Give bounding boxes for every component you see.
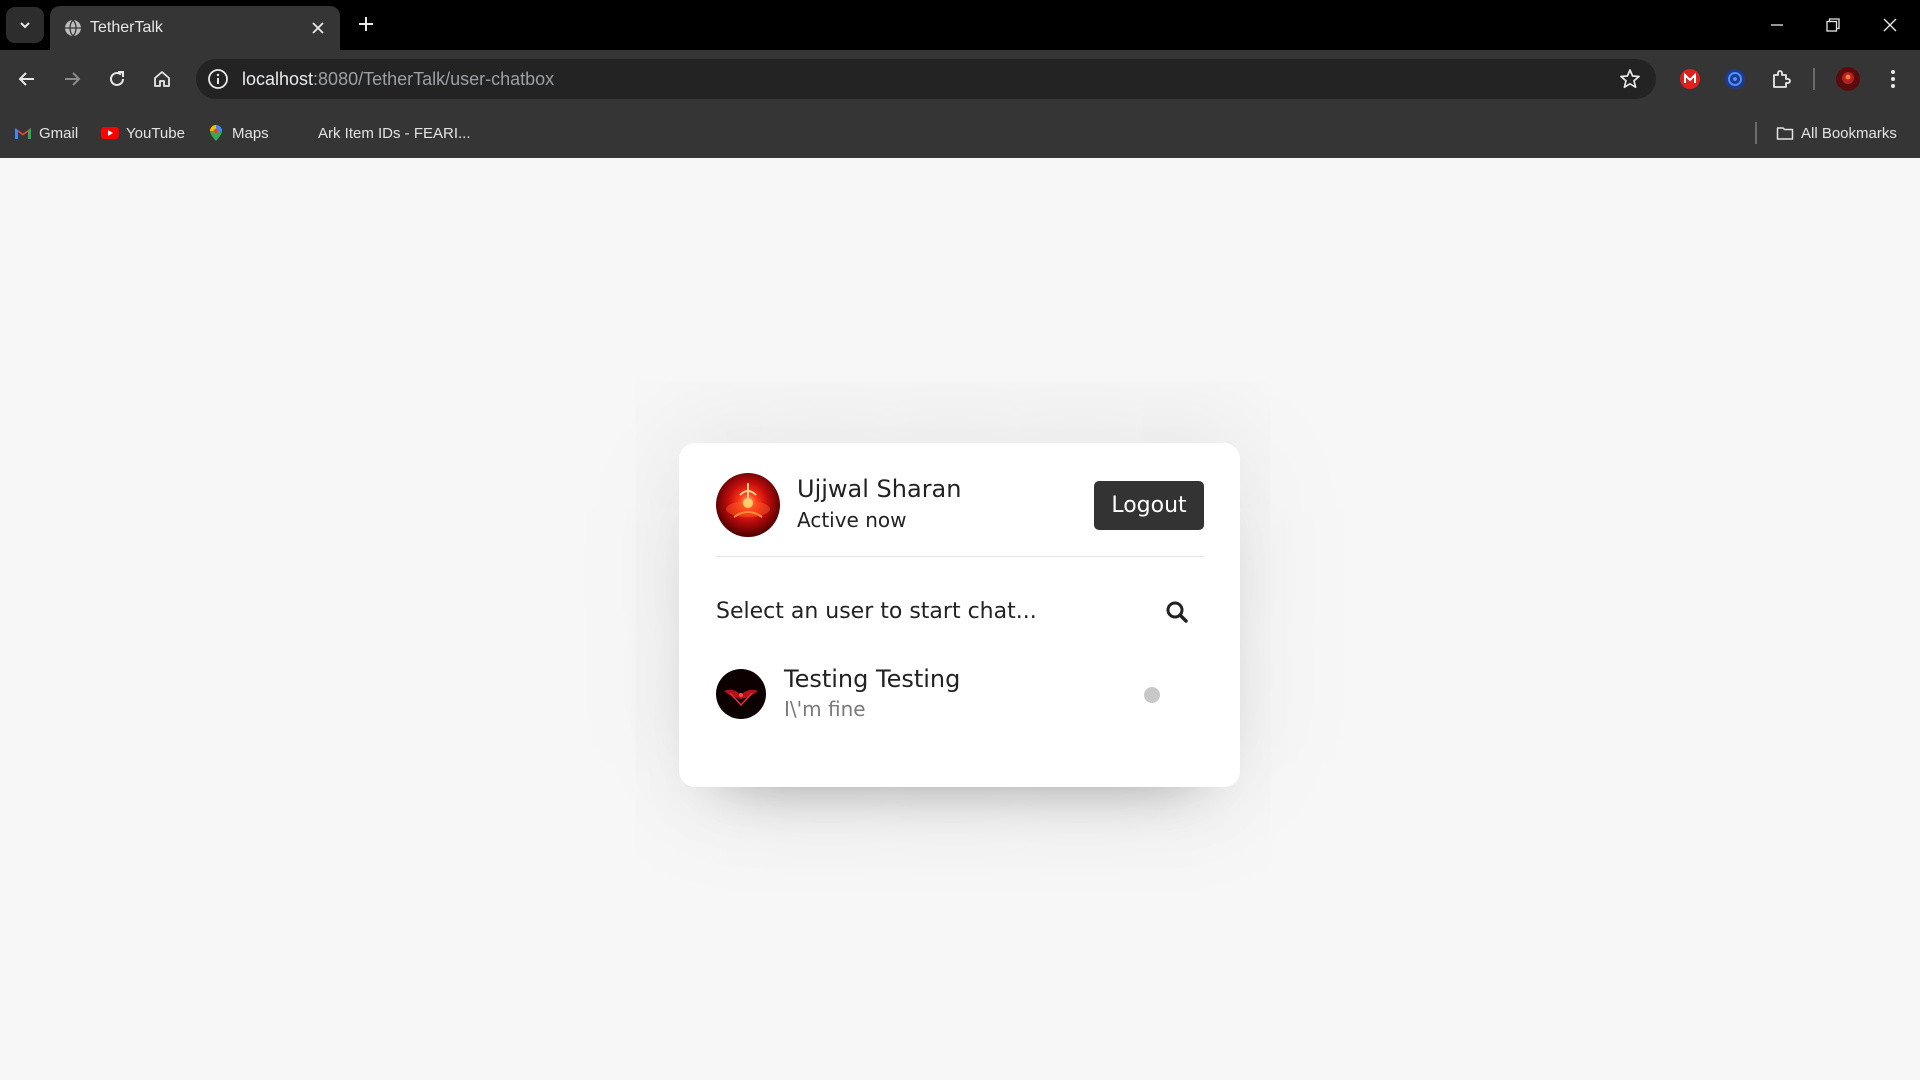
- info-icon[interactable]: [206, 67, 230, 91]
- chat-users-card: Ujjwal Sharan Active now Logout Select a…: [679, 443, 1240, 787]
- bookmark-ark-item-ids[interactable]: Ark Item IDs - FEARI...: [318, 122, 471, 144]
- profile-avatar-button[interactable]: [1835, 66, 1861, 92]
- current-user-header: Ujjwal Sharan Active now Logout: [716, 473, 1204, 557]
- user-list-item[interactable]: Testing Testing I\'m fine: [716, 665, 1204, 733]
- url-text[interactable]: localhost:8080/TetherTalk/user-chatbox: [242, 69, 554, 90]
- browser-menu-button[interactable]: [1880, 66, 1906, 92]
- search-prompt: Select an user to start chat...: [716, 599, 1037, 624]
- search-button[interactable]: [1162, 597, 1192, 627]
- current-user-name: Ujjwal Sharan: [797, 475, 962, 503]
- reload-icon: [110, 71, 124, 86]
- all-bookmarks-button[interactable]: All Bookmarks: [1776, 122, 1897, 144]
- new-tab-button[interactable]: [354, 12, 378, 36]
- url-path: :8080/TetherTalk/user-chatbox: [313, 69, 555, 89]
- home-button[interactable]: [145, 62, 179, 96]
- current-user-status: Active now: [797, 508, 907, 532]
- restore-icon: [1826, 18, 1840, 32]
- arrow-left-icon: [18, 72, 34, 86]
- browser-tab-active[interactable]: TetherTalk: [50, 6, 340, 50]
- tab-search-button[interactable]: [6, 7, 44, 43]
- folder-icon: [1776, 127, 1794, 140]
- kebab-menu-icon: [1891, 70, 1895, 88]
- address-bar[interactable]: localhost:8080/TetherTalk/user-chatbox: [196, 59, 1656, 99]
- close-window-button[interactable]: [1867, 8, 1913, 42]
- globe-icon: [65, 19, 81, 37]
- close-icon: [1883, 18, 1897, 32]
- bookmark-label: YouTube: [126, 124, 185, 142]
- extension-blue[interactable]: [1722, 66, 1748, 92]
- extension-red-m[interactable]: [1677, 66, 1703, 92]
- puzzle-icon: [1773, 70, 1791, 88]
- search-icon: [1166, 601, 1188, 623]
- restore-window-button[interactable]: [1810, 8, 1856, 42]
- user-search-bar: Select an user to start chat...: [716, 593, 1204, 633]
- last-message: I\'m fine: [784, 697, 866, 721]
- avatar-image: [724, 689, 758, 707]
- url-host: localhost: [242, 69, 314, 89]
- chevron-down-icon: [20, 22, 30, 29]
- minimize-icon: [1771, 24, 1783, 26]
- bookmark-label: Maps: [232, 124, 269, 142]
- gmail-icon: [15, 128, 31, 139]
- bookmark-maps[interactable]: Maps: [207, 122, 269, 144]
- bookmarks-bar: Gmail YouTube Maps Ark Item IDs - FEARI.…: [0, 108, 1920, 158]
- offline-status-dot: [1144, 687, 1160, 703]
- arrow-right-icon: [65, 72, 81, 86]
- toolbar-divider: [1813, 68, 1815, 90]
- extension-m-icon: [1680, 69, 1700, 89]
- bookmarks-divider: [1755, 122, 1757, 144]
- forward-button[interactable]: [55, 62, 89, 96]
- avatar: [716, 473, 780, 537]
- user-name: Testing Testing: [784, 665, 961, 693]
- bookmark-youtube[interactable]: YouTube: [101, 122, 185, 144]
- plus-icon: [359, 17, 373, 31]
- avatar-image: [726, 483, 770, 518]
- extension-blue-icon: [1725, 69, 1745, 89]
- reload-button[interactable]: [100, 62, 134, 96]
- bookmark-gmail[interactable]: Gmail: [14, 122, 78, 144]
- logout-button[interactable]: Logout: [1094, 481, 1204, 530]
- close-tab-button[interactable]: [308, 18, 328, 38]
- star-icon[interactable]: [1618, 67, 1642, 91]
- tab-title: TetherTalk: [90, 19, 163, 36]
- bookmark-label: Gmail: [39, 124, 79, 142]
- close-icon: [312, 22, 324, 34]
- home-icon: [154, 71, 170, 87]
- maps-icon: [210, 125, 222, 141]
- back-button[interactable]: [10, 62, 44, 96]
- extensions-button[interactable]: [1768, 66, 1794, 92]
- all-bookmarks-label: All Bookmarks: [1801, 124, 1897, 142]
- minimize-window-button[interactable]: [1754, 8, 1800, 42]
- youtube-icon: [101, 127, 119, 139]
- profile-avatar-icon: [1836, 67, 1860, 91]
- browser-tab-bar: TetherTalk: [0, 0, 1920, 50]
- browser-toolbar: localhost:8080/TetherTalk/user-chatbox G…: [0, 50, 1920, 158]
- avatar: [716, 669, 766, 719]
- bookmark-label: Ark Item IDs - FEARI...: [318, 124, 471, 142]
